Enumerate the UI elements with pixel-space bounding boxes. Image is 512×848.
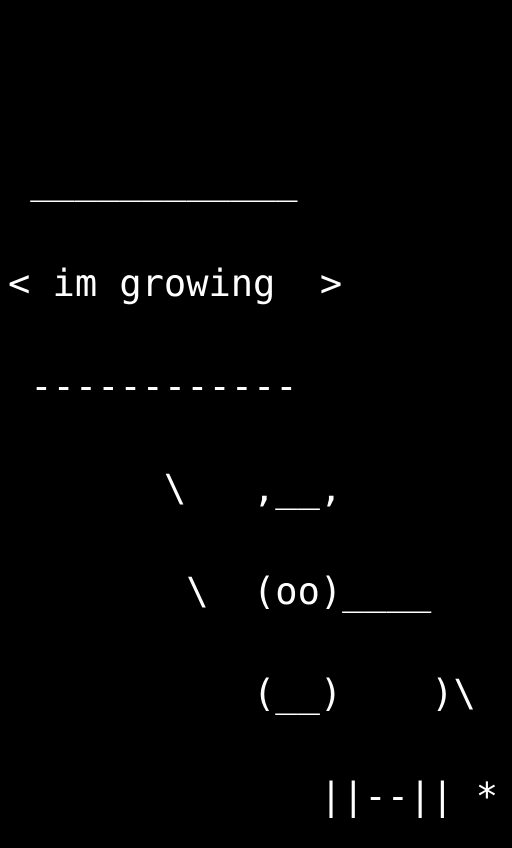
speech-bubble-top-border: ____________ (8, 159, 298, 203)
owl-legs-line: ||--|| * (8, 774, 499, 818)
owl-ears-line: \ ,__, (8, 467, 343, 511)
owl-eyes-line: \ (oo)____ (8, 569, 432, 613)
ascii-art-cowsay: ____________ < im growing > ------------… (8, 96, 498, 848)
owl-body-line: (__) )\ (8, 672, 476, 716)
speech-bubble-bottom-border: ------------ (8, 364, 298, 408)
speech-bubble-message: < im growing > (8, 262, 343, 305)
